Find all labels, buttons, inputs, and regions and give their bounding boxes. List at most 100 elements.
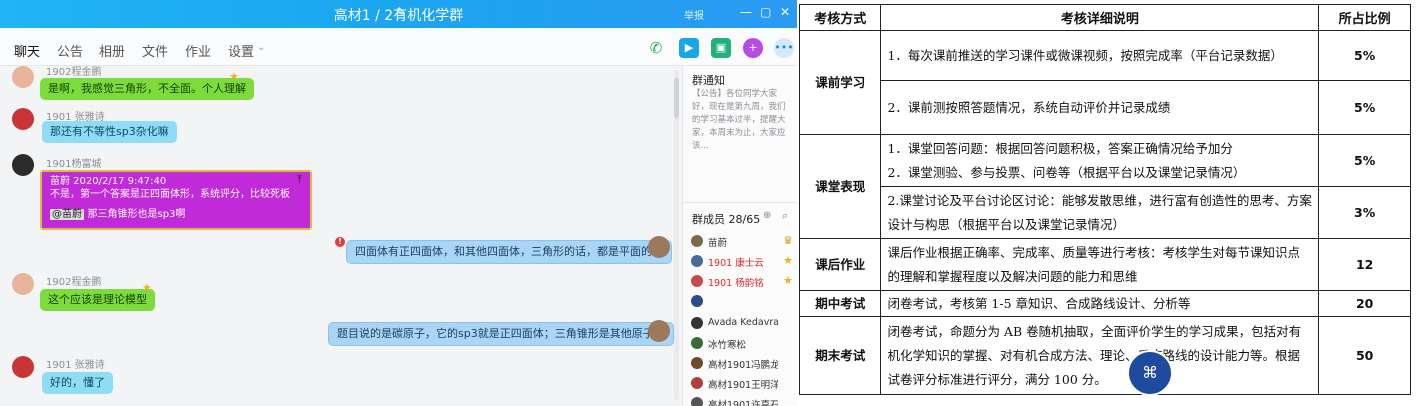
detail-cell: 2.课堂讨论及平台讨论区讨论：能够发散思维，进行富有创造性的思考、方案设计与构思… <box>880 186 1320 239</box>
close-button[interactable]: ✕ <box>780 5 790 19</box>
message-bubble[interactable]: 是啊，我感觉三角形，不全面。个人理解 <box>40 78 254 100</box>
search-icon[interactable]: ⌕ <box>782 209 788 223</box>
ratio-cell: 3% <box>1318 186 1411 239</box>
sender-name: 1901 张雅诗 <box>46 360 105 371</box>
scrollbar[interactable] <box>674 70 679 400</box>
member-add-icon[interactable]: ⊕ <box>763 210 771 221</box>
avatar <box>691 397 703 406</box>
message-bubble[interactable]: 那还有不等性sp3杂化嘛 <box>42 121 177 143</box>
member-name: 高材1901王明洋 <box>708 380 778 391</box>
members-title: 群成员 28/65 <box>692 213 761 226</box>
avatar <box>691 295 703 307</box>
report-link[interactable]: 举报 <box>684 7 704 22</box>
method-cell: 课堂表现 <box>798 134 882 239</box>
tab-settings[interactable]: 设置 <box>228 41 254 60</box>
member-item[interactable]: 高材1901许嘉石 <box>691 395 797 406</box>
avatar[interactable] <box>648 236 670 258</box>
phone-icon[interactable]: ✆ <box>646 38 666 58</box>
member-name: 高材1901许嘉石 <box>708 400 778 406</box>
detail-cell: 2．课前测按照答题情况，系统自动评价并记录成绩 <box>880 80 1320 135</box>
tab-files[interactable]: 文件 <box>142 41 168 60</box>
assessment-table: 考核方式 考核详细说明 所占比例 课前学习 1．每次课前推送的学习课件或微课视频… <box>798 4 1411 395</box>
header-ratio: 所占比例 <box>1318 4 1411 31</box>
detail-cell: 课后作业根据正确率、完成率、质量等进行考核：考核学生对每节课知识点的理解和掌握程… <box>880 238 1320 291</box>
edit-title-icon[interactable]: ✎ <box>396 5 406 19</box>
avatar <box>691 377 703 389</box>
sender-name: 1902程金鹏 <box>46 67 102 78</box>
ratio-cell: 5% <box>1318 134 1411 187</box>
scroll-thumb[interactable] <box>674 78 679 118</box>
add-app-icon[interactable]: + <box>743 38 763 58</box>
star-icon: ★ <box>783 254 793 267</box>
avatar[interactable] <box>12 66 34 88</box>
ratio-cell: 5% <box>1318 80 1411 135</box>
star-icon: ★ <box>229 70 239 83</box>
notice-body[interactable]: 【公告】各位同学大家好，现在是第九周，我们的学习基本过半，提醒大家，本周末为止，… <box>692 88 792 153</box>
table-row: 期中考试 闭卷考试，考核第 1-5 章知识、合成路线设计、分析等 20 <box>798 290 1411 317</box>
table-row: 课堂表现 1．课堂回答问题：根据回答问题积极，答案正确情况给予加分 2．课堂测验… <box>798 134 1411 239</box>
table-row: 课后作业 课后作业根据正确率、完成率、质量等进行考核：考核学生对每节课知识点的理… <box>798 238 1411 291</box>
screen-share-icon[interactable]: ▣ <box>711 38 731 58</box>
method-cell: 课前学习 <box>798 30 882 135</box>
quote-text: 不是，第一个答案是正四面体形，系统评分，比较死板 <box>50 189 290 200</box>
detail-cell: 1．每次课前推送的学习课件或微课视频，按照完成率（平台记录数据） <box>880 30 1320 81</box>
chat-window: 高材1 / 2有机化学群 ✎ 举报 — ▢ ✕ 聊天 公告 相册 文件 作业 设… <box>0 0 797 406</box>
avatar[interactable] <box>12 108 34 130</box>
tab-announcement[interactable]: 公告 <box>57 41 83 60</box>
chevron-down-icon[interactable]: ⌄ <box>257 42 265 53</box>
assessment-table-image: 考核方式 考核详细说明 所占比例 课前学习 1．每次课前推送的学习课件或微课视频… <box>797 0 1416 406</box>
method-cell: 期中考试 <box>798 290 882 317</box>
member-item[interactable]: 1901 杨韵铭 ★ <box>691 273 797 291</box>
quote-header: 苗蔚 2020/2/17 9:47:40 <box>50 176 167 187</box>
minimize-button[interactable]: — <box>740 5 752 19</box>
tab-album[interactable]: 相册 <box>99 41 125 60</box>
video-call-icon[interactable]: ▶ <box>679 38 699 58</box>
alert-icon: ! <box>335 237 345 247</box>
more-icon[interactable]: ••• <box>774 38 794 58</box>
method-cell: 期末考试 <box>798 316 882 395</box>
member-item[interactable]: 苗蔚 ♛ <box>691 233 797 251</box>
star-icon: ★ <box>142 281 152 294</box>
detail-cell: 1．课堂回答问题：根据回答问题积极，答案正确情况给予加分 2．课堂测验、参与投票… <box>880 134 1320 187</box>
avatar <box>691 235 703 247</box>
member-item[interactable]: 高材1901王明洋 <box>691 375 797 393</box>
avatar <box>691 275 703 287</box>
divider <box>683 202 797 203</box>
avatar <box>691 357 703 369</box>
university-seal-logo: ⌘ <box>1127 350 1173 396</box>
mention-tag[interactable]: @苗蔚 <box>50 209 84 220</box>
message-bubble[interactable]: 四面体有正四面体，和其他四面体，三角形的话，都是平面的吧 <box>346 240 672 264</box>
sender-name: 1902程金鹏 <box>46 277 102 288</box>
ratio-cell: 5% <box>1318 30 1411 81</box>
avatar[interactable] <box>12 273 34 295</box>
member-item[interactable]: 高材1901冯鹏龙 <box>691 355 797 373</box>
member-item[interactable]: 冰竹寒松 <box>691 335 797 353</box>
member-item[interactable] <box>691 293 797 311</box>
owner-icon: ♛ <box>783 234 793 247</box>
message-list[interactable]: 1902程金鹏 是啊，我感觉三角形，不全面。个人理解 ★ 1901 张雅诗 那还… <box>0 66 680 406</box>
ratio-cell: 50 <box>1318 316 1411 395</box>
avatar[interactable] <box>648 320 670 342</box>
notice-title[interactable]: 群通知 <box>692 72 725 88</box>
star-icon: ★ <box>783 274 793 287</box>
header-method: 考核方式 <box>798 4 882 31</box>
tab-chat[interactable]: 聊天 <box>14 41 40 72</box>
member-name: 冰竹寒松 <box>708 340 747 351</box>
table-row: 2.课堂讨论及平台讨论区讨论：能够发散思维，进行富有创造性的思考、方案设计与构思… <box>800 186 1411 239</box>
avatar[interactable] <box>12 154 34 176</box>
member-name: 苗蔚 <box>708 238 728 249</box>
message-bubble[interactable]: 这个应该是理论模型 <box>40 289 155 311</box>
avatar[interactable] <box>12 356 34 378</box>
pin-icon: ⤒ <box>297 173 302 186</box>
message-bubble[interactable]: 好的，懂了 <box>42 372 113 394</box>
ratio-cell: 12 <box>1318 238 1411 291</box>
maximize-button[interactable]: ▢ <box>760 5 771 19</box>
avatar <box>691 337 703 349</box>
method-cell: 课后作业 <box>798 238 882 291</box>
member-item[interactable]: 1901 康士云 ★ <box>691 253 797 271</box>
tab-homework[interactable]: 作业 <box>185 41 211 60</box>
message-bubble[interactable]: 题目说的是碳原子，它的sp3就是正四面体；三角锥形是其他原子的 <box>328 322 674 346</box>
member-name: Avada Kedavra <box>708 317 778 328</box>
quote-reply-bubble[interactable]: 苗蔚 2020/2/17 9:47:40 不是，第一个答案是正四面体形，系统评分… <box>40 170 312 230</box>
member-item[interactable]: Avada Kedavra <box>691 315 797 333</box>
